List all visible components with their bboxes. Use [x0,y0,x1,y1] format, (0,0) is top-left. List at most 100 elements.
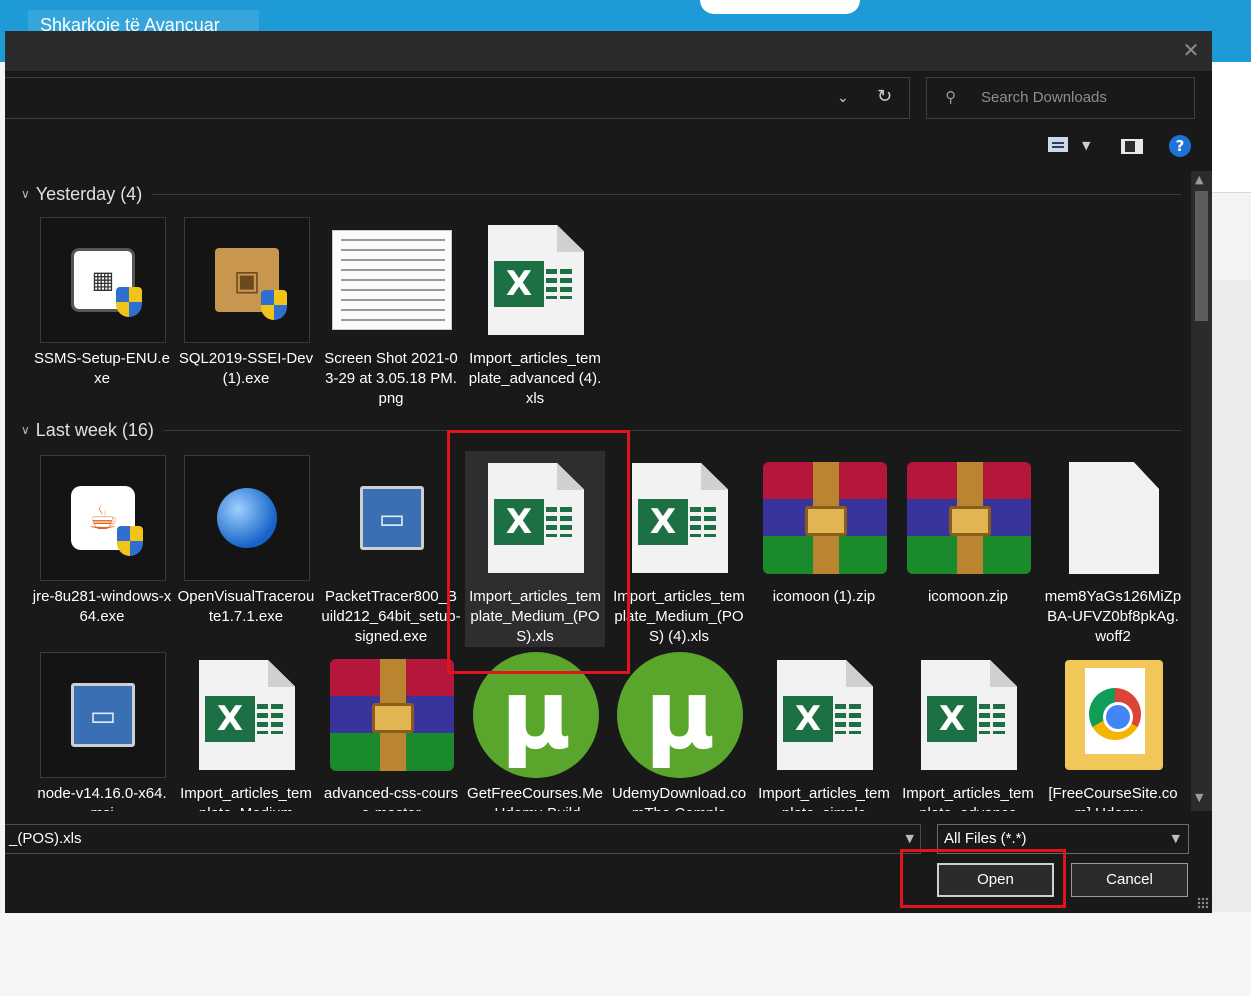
file-name-input[interactable]: _(POS).xls ▼ [5,824,921,854]
blank-file-icon [1051,455,1177,581]
highlight-box-selected-file [447,430,630,674]
background-panel [1212,62,1251,192]
excel-file-icon: X [184,652,310,778]
background-pill [700,0,860,14]
file-name: advanced-css-course-master [323,785,459,811]
setup-computer-icon: ▭ [71,683,135,747]
file-item[interactable]: Screen Shot 2021-03-29 at 3.05.18 PM.png [321,217,461,417]
chevron-down-icon[interactable]: ▼ [1172,832,1180,845]
file-item[interactable]: [FreeCourseSite.com] Udemy - [1043,652,1183,811]
file-name: mem8YaGs126MiZpBA-UFVZ0bf8pkAg.woff2 [1044,588,1182,645]
group-divider [152,193,1181,195]
java-cup-icon: ☕ [71,486,143,556]
scroll-down-icon[interactable]: ▼ [1195,791,1203,804]
file-name: icomoon (1).zip [772,588,876,605]
file-item[interactable]: icomoon (1).zip [754,455,894,655]
scrollbar-thumb[interactable] [1195,191,1208,321]
file-name: Import_articles_template_Medium_(POS) (4… [613,588,745,645]
utorrent-icon: µ [617,652,743,778]
file-item[interactable]: X Import_articles_template_simple [754,652,894,811]
ssms-installer-icon: ▦ [40,217,166,343]
group-header-yesterday[interactable]: ∨ Yesterday (4) [21,181,1181,207]
file-name-value: _(POS).xls [9,830,82,847]
file-item[interactable]: ▭ node-v14.16.0-x64.msi [32,652,172,811]
file-item[interactable]: µ GetFreeCourses.Me-Udemy-Build [465,652,605,811]
search-input[interactable]: ⚲ Search Downloads [926,77,1195,119]
group-label: Last week (16) [35,419,154,440]
resize-grip-icon[interactable] [1197,897,1209,909]
excel-file-icon: X [762,652,888,778]
file-name: Import_articles_template_simple [758,785,890,811]
file-name: SSMS-Setup-ENU.exe [34,350,170,387]
help-icon[interactable]: ? [1169,135,1191,157]
file-name: PacketTracer800_Build212_64bit_setup-sig… [321,588,461,645]
uac-shield-icon [261,290,287,320]
dialog-titlebar: ✕ [5,31,1212,71]
file-name: jre-8u281-windows-x64.exe [32,588,172,625]
uac-shield-icon [117,526,143,556]
group-divider [163,429,1181,431]
background-content [1212,280,1251,996]
sql-installer-icon: ▣ [184,217,310,343]
group-label: Yesterday (4) [35,183,143,204]
excel-file-icon: X [617,455,743,581]
file-name: GetFreeCourses.Me-Udemy-Build [467,785,603,811]
excel-file-icon: X [473,217,599,343]
search-placeholder: Search Downloads [981,89,1107,106]
installer-box-icon: ▦ [71,248,142,317]
file-name: SQL2019-SSEI-Dev (1).exe [178,350,314,387]
file-item[interactable]: µ UdemyDownload.comThe Comple [609,652,749,811]
winrar-archive-icon [762,455,888,581]
file-name: [FreeCourseSite.com] Udemy - [1048,785,1178,811]
file-item[interactable]: X Import_articles_template_Medium_(POS) … [609,455,749,655]
package-box-icon: ▣ [215,248,287,320]
installer-icon: ▭ [40,652,166,778]
uac-shield-icon [116,287,142,317]
file-name: UdemyDownload.comThe Comple [611,785,747,811]
background-divider [1212,192,1251,193]
address-bar[interactable]: ⌄ ↻ [5,77,910,119]
change-view-icon[interactable] [1048,137,1068,152]
file-item[interactable]: X Import_articles_template_Medium [176,652,316,811]
file-item[interactable]: ▭ PacketTracer800_Build212_64bit_setup-s… [321,455,461,655]
chrome-folder-icon [1051,652,1177,778]
search-icon: ⚲ [945,88,956,106]
file-item[interactable]: OpenVisualTraceroute1.7.1.exe [176,455,316,655]
close-icon[interactable]: ✕ [1180,39,1202,61]
winrar-archive-icon [329,652,455,778]
file-item[interactable]: X Import_articles_template_advanced (4).… [465,217,605,417]
file-type-value: All Files (*.*) [944,830,1027,847]
chevron-down-icon[interactable]: ▼ [906,832,914,845]
view-options-chevron-icon[interactable]: ▼ [1082,139,1090,152]
preview-pane-icon[interactable] [1121,139,1143,154]
file-name: icomoon.zip [927,588,1009,605]
file-name: OpenVisualTraceroute1.7.1.exe [177,588,315,625]
file-item[interactable]: advanced-css-course-master [321,652,461,811]
chevron-down-icon[interactable]: ∨ [21,187,30,201]
screenshot-thumbnail [329,217,455,343]
file-name: node-v14.16.0-x64.msi [37,785,167,811]
file-name: Screen Shot 2021-03-29 at 3.05.18 PM.png [324,350,458,407]
file-item[interactable]: ▦ SSMS-Setup-ENU.exe [32,217,172,417]
file-item[interactable]: X Import_articles_template_advance [898,652,1038,811]
scroll-up-icon[interactable]: ▲ [1195,173,1203,186]
refresh-icon[interactable]: ↻ [877,86,892,107]
java-installer-icon: ☕ [40,455,166,581]
cancel-button[interactable]: Cancel [1071,863,1188,897]
setup-computer-icon: ▭ [360,486,424,550]
chevron-down-icon[interactable]: ⌄ [837,90,849,106]
chevron-down-icon[interactable]: ∨ [21,423,30,437]
winrar-archive-icon [906,455,1032,581]
image-preview [332,230,452,330]
background-footer [0,912,1251,996]
file-item[interactable]: icomoon.zip [898,455,1038,655]
highlight-box-open-button [900,849,1066,908]
globe-icon [184,455,310,581]
file-item[interactable]: mem8YaGs126MiZpBA-UFVZ0bf8pkAg.woff2 [1043,455,1183,655]
vertical-scrollbar[interactable]: ▲ ▼ [1191,171,1212,811]
file-name: Import_articles_template_advance [902,785,1034,811]
file-name: Import_articles_template_Medium [180,785,312,811]
file-item[interactable]: ▣ SQL2019-SSEI-Dev (1).exe [176,217,316,417]
file-item[interactable]: ☕ jre-8u281-windows-x64.exe [32,455,172,655]
file-name: Import_articles_template_advanced (4).xl… [468,350,602,407]
